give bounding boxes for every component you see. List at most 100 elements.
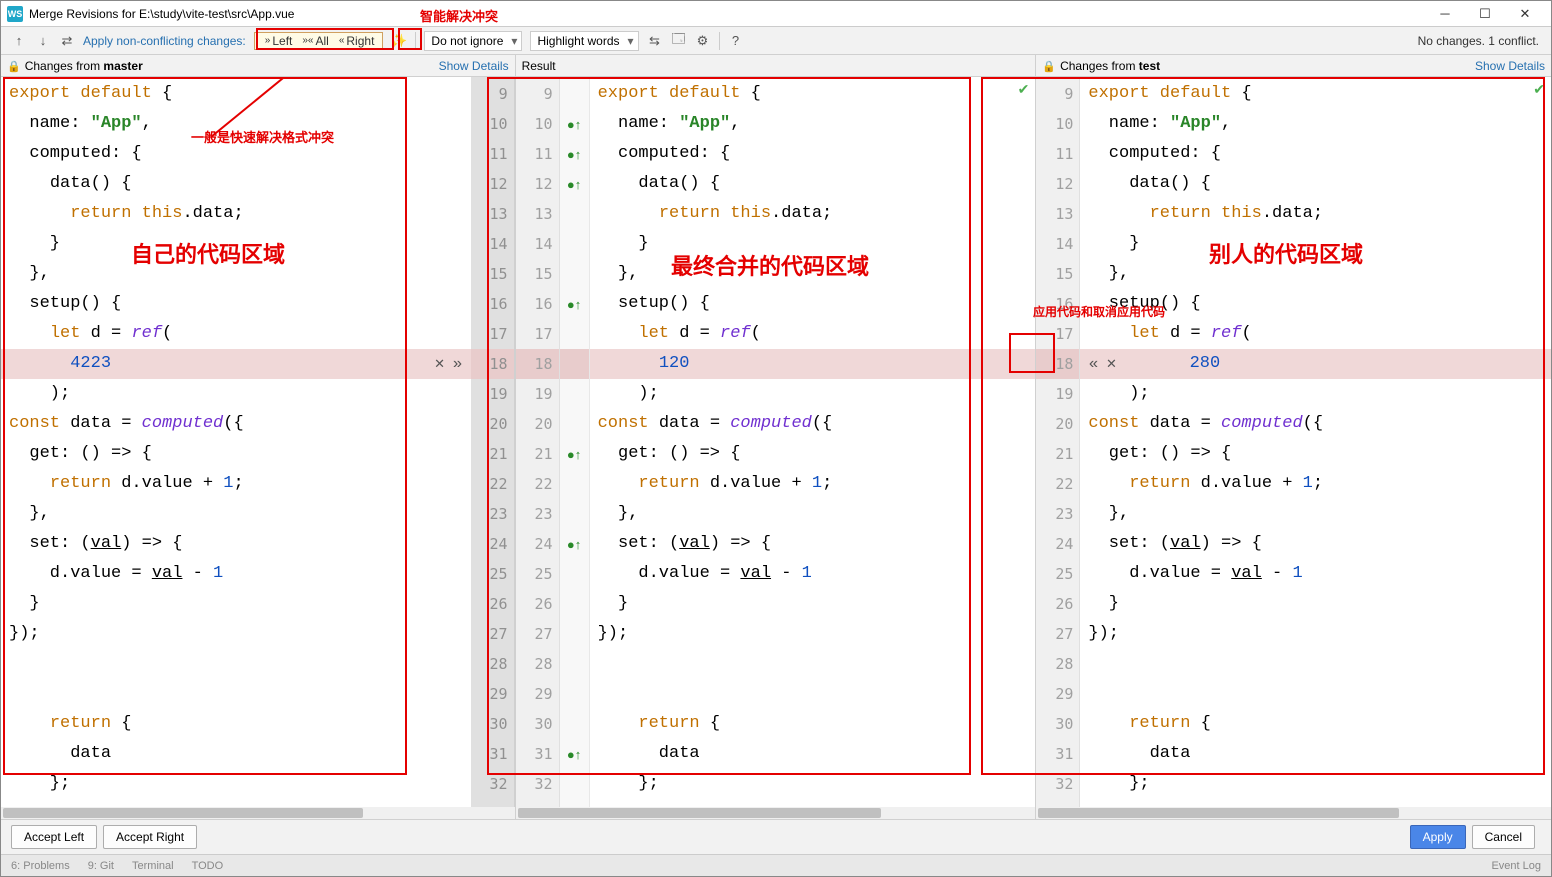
code-line[interactable]: let d = ref( (1080, 319, 1551, 349)
ignore-icon[interactable]: ✕ (1102, 349, 1120, 379)
code-line[interactable]: data (1080, 739, 1551, 769)
maximize-button[interactable]: ☐ (1465, 1, 1505, 27)
code-line[interactable]: computed: { (1080, 139, 1551, 169)
apply-button[interactable]: Apply (1410, 825, 1466, 849)
code-line[interactable]: export default { (1080, 79, 1551, 109)
code-line[interactable]: }, (590, 499, 1036, 529)
code-line[interactable]: return d.value + 1; (1080, 469, 1551, 499)
code-line[interactable]: }); (590, 619, 1036, 649)
code-line[interactable]: setup() { (1080, 289, 1551, 319)
code-line[interactable]: name: "App", (1, 109, 471, 139)
hscrollbar[interactable] (516, 807, 1036, 819)
left-code[interactable]: export default { name: "App", computed: … (1, 77, 471, 819)
code-line[interactable]: set: (val) => { (590, 529, 1036, 559)
status-git[interactable]: 9: Git (88, 860, 114, 872)
code-line[interactable]: return d.value + 1; (1, 469, 471, 499)
code-line[interactable]: 280«✕ (1080, 349, 1551, 379)
code-line[interactable]: let d = ref( (590, 319, 1036, 349)
code-line[interactable]: get: () => { (590, 439, 1036, 469)
code-line[interactable]: const data = computed({ (590, 409, 1036, 439)
code-line[interactable]: setup() { (1, 289, 471, 319)
status-eventlog[interactable]: Event Log (1491, 860, 1541, 872)
code-line[interactable]: name: "App", (590, 109, 1036, 139)
right-code[interactable]: export default { name: "App", computed: … (1080, 77, 1551, 819)
code-line[interactable]: }, (1, 499, 471, 529)
accept-right-button[interactable]: Accept Right (103, 825, 197, 849)
code-line[interactable]: const data = computed({ (1080, 409, 1551, 439)
scroll-sync-icon[interactable]: ⇄ (57, 31, 77, 51)
code-line[interactable]: return this.data; (590, 199, 1036, 229)
status-todo[interactable]: TODO (192, 860, 224, 872)
collapse-icon[interactable]: ⇆ (645, 31, 665, 51)
code-line[interactable]: 4223✕» (1, 349, 471, 379)
code-line[interactable]: ); (1080, 379, 1551, 409)
settings-icon[interactable]: ⚙ (693, 31, 713, 51)
apply-right-icon[interactable]: » (449, 349, 467, 379)
code-line[interactable]: 120 (590, 349, 1036, 379)
code-line[interactable]: } (1, 229, 471, 259)
show-details-right[interactable]: Show Details (1475, 59, 1545, 73)
code-line[interactable]: data (590, 739, 1036, 769)
code-line[interactable]: return d.value + 1; (590, 469, 1036, 499)
apply-left-icon[interactable]: « (1084, 349, 1102, 379)
code-line[interactable]: return { (1080, 709, 1551, 739)
magic-resolve-icon[interactable]: ✨ (389, 31, 409, 51)
code-line[interactable] (1, 649, 471, 679)
code-line[interactable]: set: (val) => { (1, 529, 471, 559)
apply-left-button[interactable]: »Left (263, 34, 293, 48)
show-details-left[interactable]: Show Details (439, 59, 509, 73)
code-line[interactable]: set: (val) => { (1080, 529, 1551, 559)
code-line[interactable]: } (590, 229, 1036, 259)
code-line[interactable]: get: () => { (1, 439, 471, 469)
code-line[interactable]: } (1, 589, 471, 619)
prev-diff-icon[interactable]: ↑ (9, 31, 29, 51)
apply-all-button[interactable]: »«All (300, 34, 328, 48)
code-line[interactable]: return this.data; (1080, 199, 1551, 229)
cancel-button[interactable]: Cancel (1472, 825, 1535, 849)
hscrollbar[interactable] (1036, 807, 1551, 819)
code-line[interactable]: export default { (590, 79, 1036, 109)
code-line[interactable]: d.value = val - 1 (1, 559, 471, 589)
help-icon[interactable]: ? (726, 31, 746, 51)
code-line[interactable]: computed: { (590, 139, 1036, 169)
code-line[interactable]: } (1080, 229, 1551, 259)
code-line[interactable] (1080, 649, 1551, 679)
code-line[interactable]: return { (590, 709, 1036, 739)
code-line[interactable]: d.value = val - 1 (590, 559, 1036, 589)
code-line[interactable]: const data = computed({ (1, 409, 471, 439)
code-line[interactable]: data() { (590, 169, 1036, 199)
code-line[interactable]: data (1, 739, 471, 769)
code-line[interactable] (1080, 679, 1551, 709)
code-line[interactable]: data() { (1, 169, 471, 199)
code-line[interactable]: d.value = val - 1 (1080, 559, 1551, 589)
ignore-icon[interactable]: ✕ (431, 349, 449, 379)
apply-right-button[interactable]: «Right (337, 34, 375, 48)
minimize-button[interactable]: ─ (1425, 1, 1465, 27)
sync-scroll-icon[interactable]: 🗔 (669, 31, 689, 51)
code-line[interactable]: ); (590, 379, 1036, 409)
code-line[interactable]: get: () => { (1080, 439, 1551, 469)
accept-left-button[interactable]: Accept Left (11, 825, 97, 849)
code-line[interactable]: return this.data; (1, 199, 471, 229)
code-line[interactable]: } (1080, 589, 1551, 619)
code-line[interactable]: return { (1, 709, 471, 739)
code-line[interactable]: }); (1, 619, 471, 649)
code-line[interactable]: export default { (1, 79, 471, 109)
code-line[interactable]: }; (590, 769, 1036, 799)
code-line[interactable]: ); (1, 379, 471, 409)
next-diff-icon[interactable]: ↓ (33, 31, 53, 51)
code-line[interactable]: }, (1080, 499, 1551, 529)
code-line[interactable]: } (590, 589, 1036, 619)
code-line[interactable] (590, 679, 1036, 709)
code-line[interactable]: setup() { (590, 289, 1036, 319)
highlight-select[interactable]: Highlight words (530, 31, 638, 51)
code-line[interactable]: let d = ref( (1, 319, 471, 349)
close-button[interactable]: ✕ (1505, 1, 1545, 27)
ignore-select[interactable]: Do not ignore (424, 31, 522, 51)
status-problems[interactable]: 6: Problems (11, 860, 70, 872)
code-line[interactable]: name: "App", (1080, 109, 1551, 139)
status-terminal[interactable]: Terminal (132, 860, 174, 872)
code-line[interactable] (590, 649, 1036, 679)
code-line[interactable] (1, 679, 471, 709)
code-line[interactable]: computed: { (1, 139, 471, 169)
